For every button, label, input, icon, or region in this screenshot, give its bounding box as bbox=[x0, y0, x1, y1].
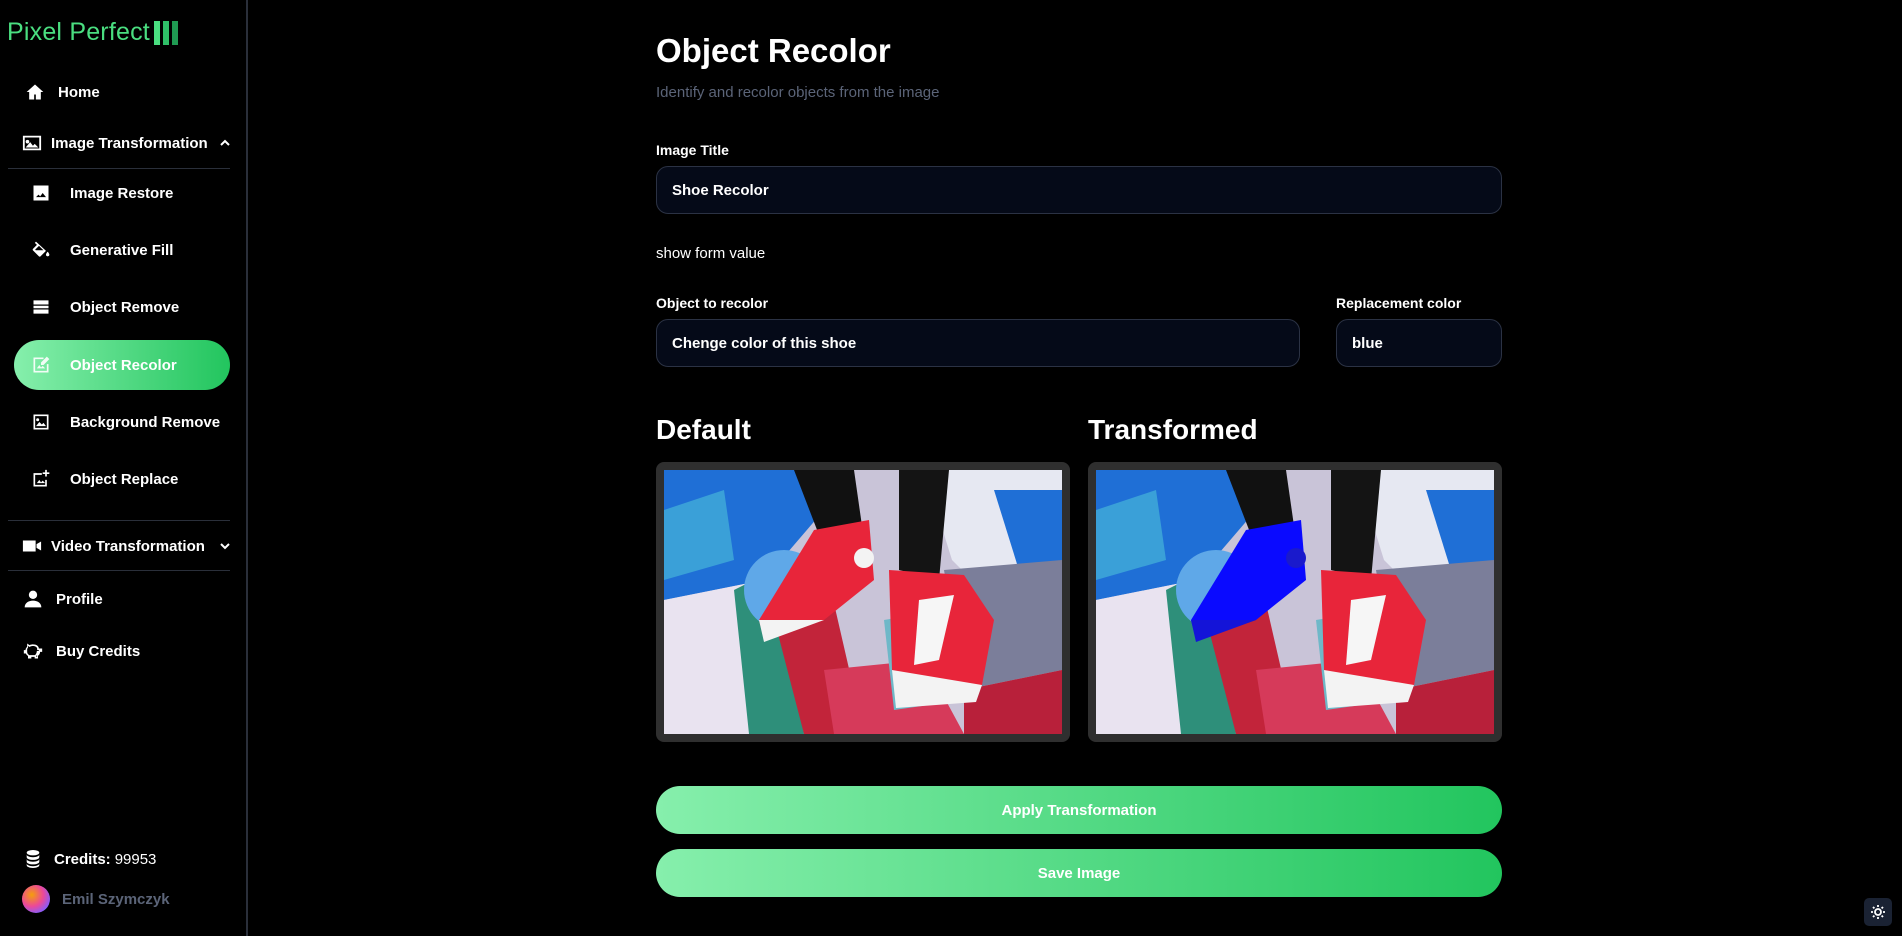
image-title-input[interactable] bbox=[656, 166, 1502, 214]
coins-stack-icon bbox=[24, 849, 44, 869]
replacement-color-label: Replacement color bbox=[1336, 295, 1462, 311]
transformed-image bbox=[1096, 470, 1494, 734]
transformed-heading: Transformed bbox=[1088, 414, 1258, 445]
sidebar-item-image-restore[interactable]: Image Restore bbox=[14, 168, 230, 218]
nav-buy-credits[interactable]: Buy Credits bbox=[22, 640, 140, 662]
paint-bucket-icon bbox=[30, 239, 52, 261]
piggy-bank-icon bbox=[22, 640, 44, 662]
nav-profile-label: Profile bbox=[56, 590, 103, 608]
save-image-button[interactable]: Save Image bbox=[656, 849, 1502, 897]
object-to-recolor-label: Object to recolor bbox=[656, 295, 769, 311]
page-title: Object Recolor bbox=[656, 32, 891, 69]
object-to-recolor-input[interactable] bbox=[656, 319, 1300, 367]
image-edit-icon bbox=[30, 354, 52, 376]
app-logo[interactable]: Pixel Perfect bbox=[7, 18, 178, 47]
image-plus-icon bbox=[30, 468, 52, 490]
sidebar-item-label: Object Recolor bbox=[70, 356, 177, 374]
nav-group-video-label: Video Transformation bbox=[51, 537, 205, 555]
sidebar-item-generative-fill[interactable]: Generative Fill bbox=[14, 225, 230, 275]
sun-icon bbox=[1871, 905, 1885, 919]
image-title-label: Image Title bbox=[656, 142, 729, 158]
apply-transformation-button[interactable]: Apply Transformation bbox=[656, 786, 1502, 834]
logo-text: Pixel Perfect bbox=[7, 18, 150, 46]
sidebar-item-object-remove[interactable]: Object Remove bbox=[14, 282, 230, 332]
sidebar-item-label: Image Restore bbox=[70, 184, 174, 202]
image-gallery-icon bbox=[21, 132, 43, 154]
nav-group-image-transformation[interactable]: Image Transformation bbox=[0, 132, 232, 154]
video-camera-icon bbox=[21, 535, 43, 557]
credits-label: Credits: bbox=[54, 850, 111, 868]
user-name: Emil Szymczyk bbox=[62, 890, 170, 908]
sidebar-item-background-remove[interactable]: Background Remove bbox=[14, 397, 230, 447]
layers-icon bbox=[30, 296, 52, 318]
credits-value: 99953 bbox=[114, 850, 157, 868]
chevron-down-icon bbox=[218, 539, 232, 553]
sidebar-item-label: Object Remove bbox=[70, 298, 180, 316]
home-icon bbox=[24, 81, 46, 103]
nav-buy-credits-label: Buy Credits bbox=[56, 642, 141, 660]
sidebar: Pixel Perfect Home Image Transformation … bbox=[0, 0, 248, 936]
nav-home[interactable]: Home bbox=[24, 81, 100, 103]
default-image bbox=[664, 470, 1062, 734]
page-subtitle: Identify and recolor objects from the im… bbox=[656, 84, 940, 101]
nav-profile[interactable]: Profile bbox=[22, 588, 103, 610]
divider bbox=[8, 520, 230, 521]
sidebar-item-label: Generative Fill bbox=[70, 241, 174, 259]
sidebar-item-label: Background Remove bbox=[70, 413, 221, 431]
sidebar-item-object-replace[interactable]: Object Replace bbox=[14, 454, 230, 504]
default-image-frame bbox=[656, 462, 1070, 742]
nav-group-video-transformation[interactable]: Video Transformation bbox=[0, 535, 232, 557]
image-frame-icon bbox=[30, 411, 52, 433]
chevron-up-icon bbox=[218, 136, 232, 150]
default-heading: Default bbox=[656, 414, 751, 445]
nav-home-label: Home bbox=[58, 83, 100, 101]
image-icon bbox=[30, 182, 52, 204]
sidebar-item-label: Object Replace bbox=[70, 470, 179, 488]
logo-bars-icon bbox=[153, 20, 178, 45]
user-icon bbox=[22, 588, 44, 610]
divider bbox=[8, 570, 230, 571]
theme-toggle-button[interactable] bbox=[1864, 898, 1892, 926]
nav-group-image-label: Image Transformation bbox=[51, 134, 208, 152]
replacement-color-input[interactable] bbox=[1336, 319, 1502, 367]
user-account[interactable]: Emil Szymczyk bbox=[22, 885, 170, 913]
sidebar-item-object-recolor[interactable]: Object Recolor bbox=[14, 340, 230, 390]
avatar[interactable] bbox=[22, 885, 50, 913]
show-form-value-text: show form value bbox=[656, 245, 766, 262]
credits-display: Credits: 99953 bbox=[24, 849, 156, 869]
transformed-image-frame bbox=[1088, 462, 1502, 742]
